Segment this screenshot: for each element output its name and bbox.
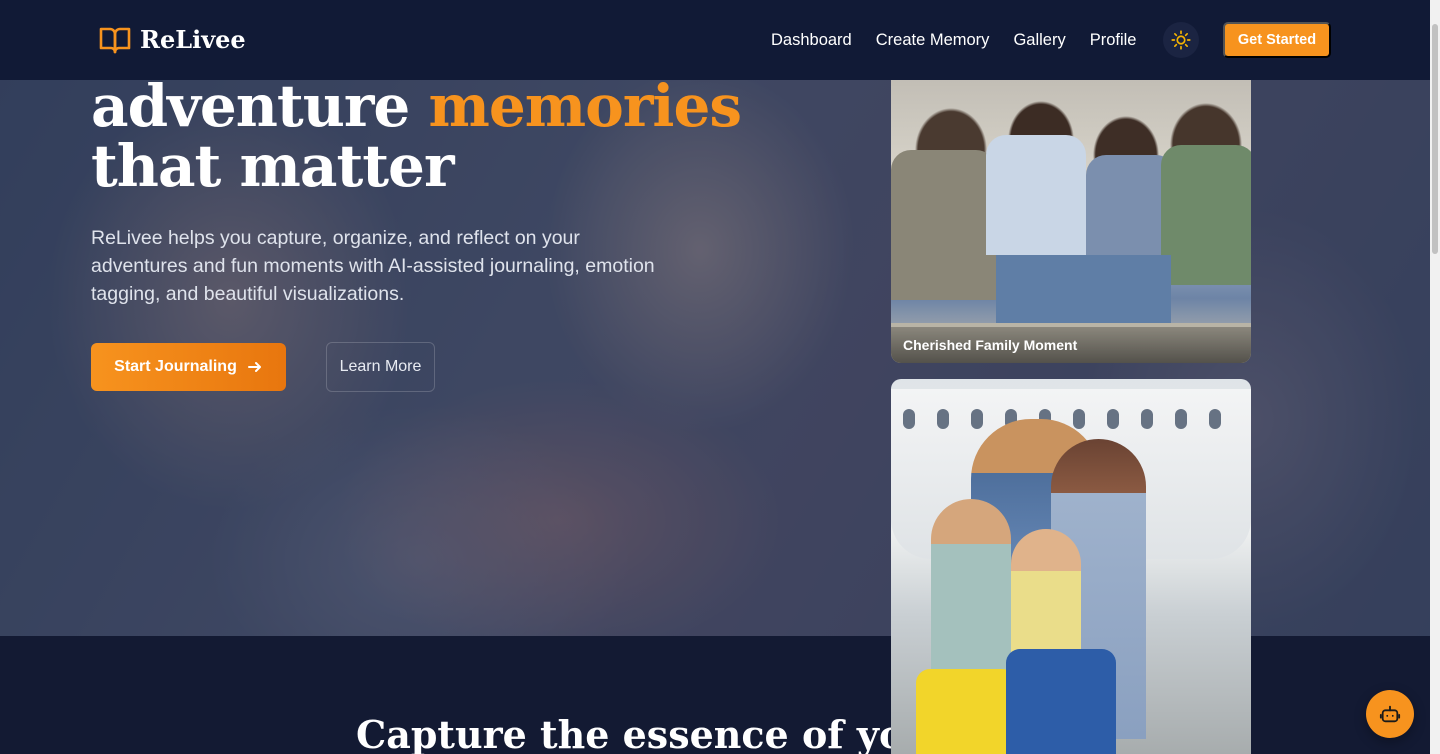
- page-scrollbar[interactable]: [1430, 0, 1440, 754]
- learn-more-button[interactable]: Learn More: [326, 342, 435, 392]
- headline-accent: memories: [428, 72, 742, 140]
- top-navbar: ReLivee Dashboard Create Memory Gallery …: [0, 0, 1430, 80]
- memory-card-travel[interactable]: [891, 379, 1251, 754]
- theme-toggle-button[interactable]: [1163, 22, 1199, 58]
- nav-gallery[interactable]: Gallery: [1013, 31, 1065, 50]
- start-journaling-button[interactable]: Start Journaling: [91, 343, 286, 391]
- headline-line2: that matter: [91, 132, 455, 200]
- hero-headline: adventure memories that matter: [91, 76, 811, 196]
- blue-suitcase: [1006, 649, 1116, 754]
- brand-name: ReLivee: [140, 25, 246, 54]
- start-journaling-label: Start Journaling: [114, 358, 237, 375]
- nav-create-memory[interactable]: Create Memory: [876, 31, 990, 50]
- chat-assistant-button[interactable]: [1366, 690, 1414, 738]
- book-open-icon: [99, 27, 131, 53]
- arrow-right-icon: [247, 362, 261, 372]
- hero-subtext: ReLivee helps you capture, organize, and…: [91, 227, 655, 305]
- robot-icon: [1379, 705, 1401, 723]
- brand-logo[interactable]: ReLivee: [99, 25, 246, 54]
- sun-icon: [1171, 30, 1191, 50]
- nav-links: Dashboard Create Memory Gallery Profile: [771, 31, 1136, 50]
- cta-row: Start Journaling Learn More: [91, 342, 811, 392]
- nav-profile[interactable]: Profile: [1090, 31, 1137, 50]
- nav-dashboard[interactable]: Dashboard: [771, 31, 852, 50]
- scrollbar-thumb[interactable]: [1432, 24, 1438, 254]
- get-started-button[interactable]: Get Started: [1223, 22, 1331, 58]
- hero-content: adventure memories that matter ReLivee h…: [91, 76, 811, 392]
- yellow-suitcase: [916, 669, 1016, 754]
- headline-text: adventure: [91, 72, 429, 140]
- card-caption: Cherished Family Moment: [891, 327, 1251, 363]
- memory-card-family[interactable]: Cherished Family Moment: [891, 40, 1251, 363]
